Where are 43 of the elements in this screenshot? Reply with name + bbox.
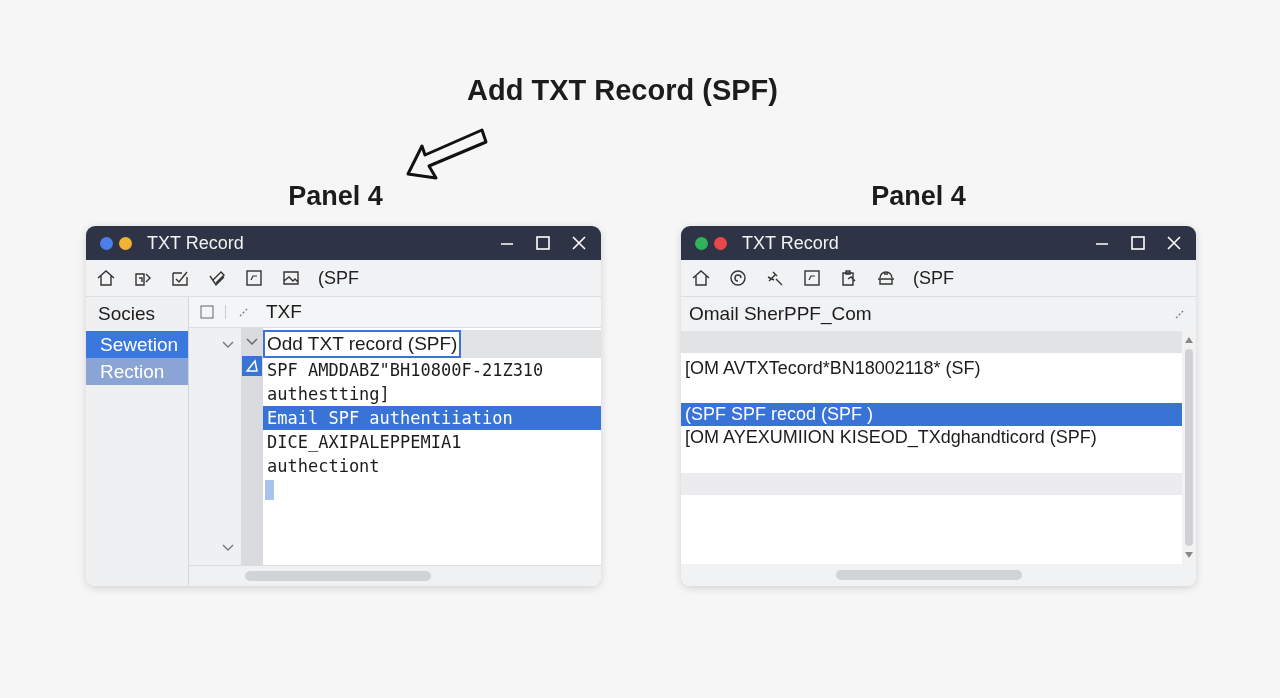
table-row[interactable]: Odd TXT record (SPF) (263, 330, 601, 358)
table-row[interactable]: SPF AMDDABZ"BH10800F-21Z310 authestting] (263, 358, 601, 406)
list-row[interactable]: [OM AYEXUMIION KISEOD_TXdghandticord (SPF) (681, 426, 1182, 449)
scrollbar-thumb[interactable] (836, 570, 1022, 580)
window-dot[interactable] (714, 236, 727, 250)
chevron-down-icon[interactable] (245, 337, 259, 347)
window-dot[interactable] (100, 236, 113, 250)
scroll-up-icon[interactable] (1185, 337, 1193, 343)
spiral-icon[interactable] (728, 268, 748, 288)
window-dot[interactable] (695, 236, 708, 250)
text-cursor (265, 480, 274, 500)
window-title: TXT Record (742, 232, 839, 254)
sidebar-header: Socies (97, 302, 157, 326)
panel-label: Panel 4 (871, 181, 966, 212)
home-icon[interactable] (691, 268, 711, 288)
chevron-down-icon[interactable] (221, 340, 235, 350)
list-row[interactable]: (SPF SPF recod (SPF ) (681, 403, 1182, 426)
window-title: TXT Record (147, 232, 244, 254)
frame-icon[interactable] (244, 268, 264, 288)
window-dot[interactable] (119, 236, 132, 250)
table-row[interactable]: Email SPF authentiiation (263, 406, 601, 430)
close-icon[interactable] (1166, 235, 1182, 251)
scrollbar-thumb[interactable] (245, 571, 431, 581)
home-icon[interactable] (96, 268, 116, 288)
list-row[interactable]: [OM AVTXTecord*BN18002118* (SF) (681, 357, 1182, 380)
page-heading: Add TXT Record (SPF) (467, 73, 778, 108)
tray-icon[interactable] (876, 268, 896, 288)
sidebar-item[interactable]: Sewetion (86, 331, 188, 358)
panel-label: Panel 4 (288, 181, 383, 212)
triangle-marker-icon[interactable] (242, 356, 262, 376)
checkbox-icon[interactable] (200, 305, 214, 319)
chevron-down-icon[interactable] (221, 543, 235, 553)
scroll-down-icon[interactable] (1185, 552, 1193, 558)
table-row[interactable]: DICE_AXIPALEPPEMIA1 authectiont (263, 430, 601, 478)
frame-icon[interactable] (802, 268, 822, 288)
maximize-icon[interactable] (1130, 235, 1146, 251)
close-icon[interactable] (571, 235, 587, 251)
list-header-title: Omail SherPPF_Com (689, 303, 872, 325)
image-icon[interactable] (281, 268, 301, 288)
column-header[interactable]: TXF (262, 301, 302, 323)
maximize-icon[interactable] (535, 235, 551, 251)
toolbar-label: (SPF (913, 267, 954, 289)
toolbar-label: (SPF (318, 267, 359, 289)
